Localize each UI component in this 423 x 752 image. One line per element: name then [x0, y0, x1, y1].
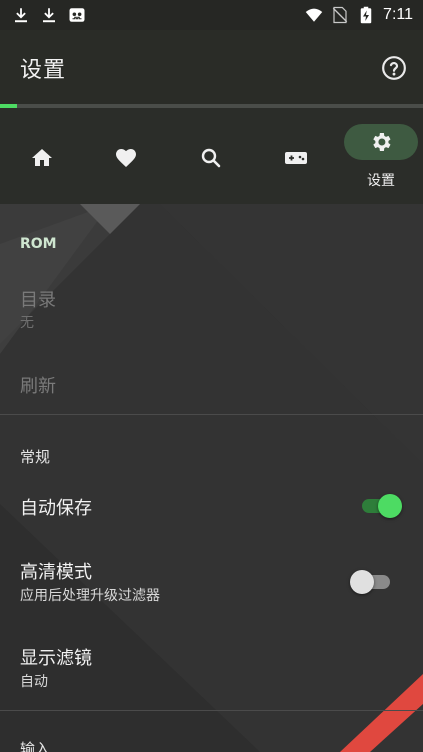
nav-item-home[interactable] [0, 108, 84, 204]
page-title: 设置 [20, 58, 67, 83]
status-right-icons: 7:11 [305, 6, 413, 24]
nav-active-indicator [344, 124, 418, 160]
display-filter-title[interactable]: 显示滤镜 [20, 644, 92, 670]
rom-directory-value: 无 [20, 315, 34, 331]
hd-mode-subtitle: 应用后处理升级过滤器 [20, 588, 160, 604]
section-header-input: 输入 [20, 740, 51, 752]
heart-icon [116, 149, 136, 167]
navigation-bar: 设置 [0, 108, 423, 204]
hd-mode-title[interactable]: 高清模式 [20, 558, 92, 584]
section-header-general: 常规 [20, 448, 51, 466]
toggle-thumb [378, 494, 402, 518]
wifi-icon [305, 8, 323, 22]
status-bar: 7:11 [0, 0, 423, 30]
no-sim-icon [332, 6, 348, 24]
battery-charging-icon [360, 6, 372, 24]
gear-icon [373, 133, 391, 151]
rom-directory-title[interactable]: 目录 [20, 286, 56, 312]
nav-item-games[interactable] [254, 108, 338, 204]
red-stripe [340, 674, 423, 752]
help-circle-icon[interactable] [381, 55, 407, 81]
status-left-icons [12, 6, 86, 24]
home-icon [32, 149, 52, 166]
gamepad-icon [285, 152, 307, 164]
settings-list[interactable]: ROM 目录 无 刷新 常规 自动保存 高清模式 应用后处理升级过滤器 显示滤镜… [0, 204, 423, 752]
download-icon [43, 8, 55, 23]
ghost-app-icon [69, 8, 85, 22]
nav-item-favorites[interactable] [84, 108, 168, 204]
nav-item-settings[interactable]: 设置 [339, 108, 423, 204]
hd-mode-toggle[interactable] [350, 568, 394, 594]
rom-refresh-title[interactable]: 刷新 [20, 372, 56, 398]
nav-label-settings: 设置 [367, 173, 395, 189]
nav-item-search[interactable] [169, 108, 253, 204]
section-divider [0, 710, 423, 711]
app-bar: 设置 [0, 30, 423, 106]
autosave-toggle[interactable] [358, 492, 402, 518]
clock-time: 7:11 [383, 6, 413, 23]
search-icon [201, 148, 221, 168]
download-icon [15, 8, 27, 23]
autosave-title[interactable]: 自动保存 [20, 494, 92, 520]
toggle-thumb [350, 570, 374, 594]
section-divider [0, 414, 423, 415]
display-filter-value: 自动 [20, 674, 48, 690]
section-header-rom: ROM [20, 236, 57, 252]
